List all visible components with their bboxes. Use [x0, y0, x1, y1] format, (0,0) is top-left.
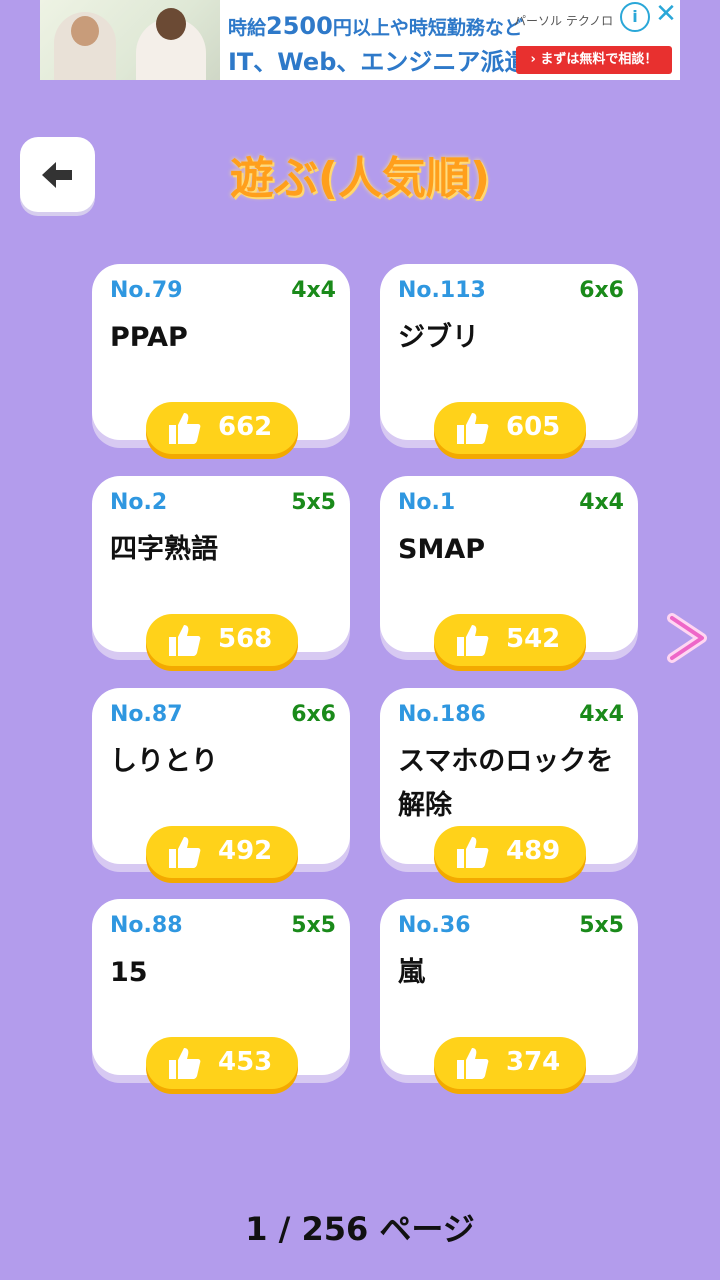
like-count: 374	[506, 1047, 561, 1077]
puzzle-card[interactable]: No.186 4x4 スマホのロックを解除 489	[380, 688, 638, 878]
puzzle-number: No.113	[398, 278, 486, 303]
page-indicator: 1 / 256 ページ	[245, 1210, 475, 1248]
puzzle-name: しりとり	[110, 746, 218, 777]
like-count: 489	[506, 836, 561, 866]
ad-cta-button[interactable]: › まずは無料で相談！	[516, 46, 672, 74]
ad-brand: パーソル テクノロ	[514, 14, 614, 28]
puzzle-name: SMAP	[398, 534, 485, 565]
thumbs-up-icon	[457, 625, 489, 656]
puzzle-name: スマホのロックを解除	[398, 746, 614, 821]
page-title: 遊ぶ(人気順)	[229, 153, 491, 204]
like-button[interactable]: 662	[146, 402, 298, 454]
like-button[interactable]: 492	[146, 826, 298, 878]
puzzle-size: 6x6	[579, 278, 624, 303]
puzzle-size: 5x5	[579, 913, 624, 938]
puzzle-card[interactable]: No.88 5x5 15 453	[92, 899, 350, 1089]
like-count: 542	[506, 624, 561, 654]
puzzle-number: No.186	[398, 702, 486, 727]
back-button[interactable]	[20, 137, 95, 212]
like-count: 568	[218, 624, 273, 654]
puzzle-size: 5x5	[291, 913, 336, 938]
puzzle-card[interactable]: No.1 4x4 SMAP 542	[380, 476, 638, 666]
screen: 時給2500円以上や時短勤務など IT、Web、エンジニア派遣 パーソル テクノ…	[0, 0, 720, 1280]
like-button[interactable]: 374	[434, 1037, 586, 1089]
ad-close-icon[interactable]: ✕	[652, 0, 680, 28]
like-count: 453	[218, 1047, 273, 1077]
ad-banner[interactable]: 時給2500円以上や時短勤務など IT、Web、エンジニア派遣 パーソル テクノ…	[40, 0, 680, 80]
puzzle-size: 6x6	[291, 702, 336, 727]
puzzle-number: No.1	[398, 490, 456, 515]
chevron-right-icon[interactable]	[664, 612, 710, 664]
puzzle-name: PPAP	[110, 322, 188, 353]
puzzle-number: No.2	[110, 490, 168, 515]
like-button[interactable]: 489	[434, 826, 586, 878]
thumbs-up-icon	[457, 1048, 489, 1079]
like-count: 605	[506, 412, 561, 442]
thumbs-up-icon	[169, 413, 201, 444]
like-button[interactable]: 453	[146, 1037, 298, 1089]
puzzle-number: No.88	[110, 913, 183, 938]
like-button[interactable]: 568	[146, 614, 298, 666]
like-button[interactable]: 605	[434, 402, 586, 454]
puzzle-size: 5x5	[291, 490, 336, 515]
puzzle-size: 4x4	[579, 490, 624, 515]
ad-info-icon[interactable]: i	[620, 2, 650, 32]
puzzle-number: No.36	[398, 913, 471, 938]
thumbs-up-icon	[457, 837, 489, 868]
puzzle-card[interactable]: No.79 4x4 PPAP 662	[92, 264, 350, 454]
puzzle-card[interactable]: No.36 5x5 嵐 374	[380, 899, 638, 1089]
ad-subheadline: IT、Web、エンジニア派遣	[228, 48, 529, 76]
like-button[interactable]: 542	[434, 614, 586, 666]
ad-person-female	[136, 8, 206, 80]
thumbs-up-icon	[457, 413, 489, 444]
ad-person-male	[54, 12, 116, 80]
puzzle-number: No.79	[110, 278, 183, 303]
ad-image	[40, 0, 220, 80]
puzzle-card[interactable]: No.2 5x5 四字熟語 568	[92, 476, 350, 666]
arrow-left-icon	[42, 162, 72, 188]
thumbs-up-icon	[169, 625, 201, 656]
ad-headline: 時給2500円以上や時短勤務など	[228, 12, 523, 40]
like-count: 492	[218, 836, 273, 866]
thumbs-up-icon	[169, 837, 201, 868]
puzzle-size: 4x4	[291, 278, 336, 303]
puzzle-name: 嵐	[398, 957, 425, 988]
puzzle-card[interactable]: No.113 6x6 ジブリ 605	[380, 264, 638, 454]
puzzle-size: 4x4	[579, 702, 624, 727]
thumbs-up-icon	[169, 1048, 201, 1079]
puzzle-name: 15	[110, 957, 148, 988]
puzzle-name: 四字熟語	[110, 534, 218, 565]
puzzle-name: ジブリ	[398, 322, 479, 353]
puzzle-number: No.87	[110, 702, 183, 727]
like-count: 662	[218, 412, 273, 442]
puzzle-card[interactable]: No.87 6x6 しりとり 492	[92, 688, 350, 878]
